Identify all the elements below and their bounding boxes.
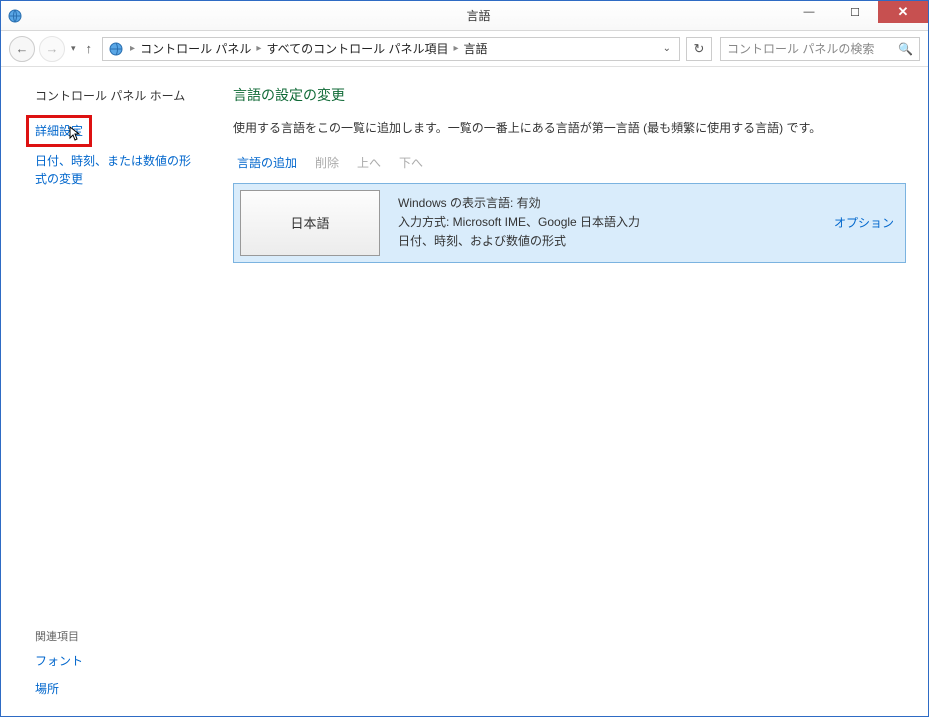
toolbar-add[interactable]: 言語の追加 bbox=[237, 154, 297, 171]
toolbar-up: 上へ bbox=[357, 154, 381, 171]
sidebar-link-advanced[interactable]: 詳細設定 bbox=[31, 120, 87, 142]
close-button[interactable]: ✕ bbox=[878, 1, 928, 23]
search-icon: 🔍 bbox=[898, 42, 913, 56]
sidebar-home-link[interactable]: コントロール パネル ホーム bbox=[35, 87, 199, 104]
window-icon bbox=[1, 8, 29, 24]
sidebar-link-dateformat[interactable]: 日付、時刻、または数値の形式の変更 bbox=[35, 152, 199, 188]
language-options-link[interactable]: オプション bbox=[834, 214, 894, 231]
related-link-location[interactable]: 場所 bbox=[35, 680, 199, 698]
nav-up-button[interactable]: ↑ bbox=[86, 41, 93, 56]
breadcrumb-dropdown[interactable]: ⌄ bbox=[663, 43, 671, 54]
language-row[interactable]: 日本語 Windows の表示言語: 有効 入力方式: Microsoft IM… bbox=[233, 183, 906, 263]
breadcrumb-item[interactable]: 言語 bbox=[463, 40, 487, 57]
window-controls: — ☐ ✕ bbox=[786, 1, 928, 23]
lang-input-line: 入力方式: Microsoft IME、Google 日本語入力 bbox=[398, 213, 811, 232]
chevron-right-icon: ▸ bbox=[453, 43, 458, 54]
toolbar: 言語の追加 削除 上へ 下へ bbox=[233, 154, 906, 171]
language-name: 日本語 bbox=[240, 190, 380, 256]
maximize-button[interactable]: ☐ bbox=[832, 1, 878, 23]
lang-format-line: 日付、時刻、および数値の形式 bbox=[398, 232, 811, 251]
toolbar-down: 下へ bbox=[399, 154, 423, 171]
breadcrumb-icon bbox=[107, 40, 125, 58]
page-title: 言語の設定の変更 bbox=[233, 85, 906, 105]
chevron-right-icon: ▸ bbox=[130, 43, 135, 54]
page-description: 使用する言語をこの一覧に追加します。一覧の一番上にある言語が第一言語 (最も頻繁… bbox=[233, 119, 906, 136]
minimize-button[interactable]: — bbox=[786, 1, 832, 23]
related-link-font[interactable]: フォント bbox=[35, 652, 199, 670]
sidebar: コントロール パネル ホーム 詳細設定 日付、時刻、または数値の形式の変更 関連… bbox=[1, 67, 211, 716]
titlebar: 言語 — ☐ ✕ bbox=[1, 1, 928, 31]
chevron-right-icon: ▸ bbox=[256, 43, 261, 54]
nav-forward-button[interactable]: → bbox=[39, 36, 65, 62]
breadcrumb-item[interactable]: コントロール パネル bbox=[140, 40, 251, 57]
refresh-button[interactable]: ↻ bbox=[686, 37, 712, 61]
nav-history-dropdown[interactable]: ▾ bbox=[71, 43, 76, 54]
language-options: オプション bbox=[823, 184, 905, 262]
main-panel: 言語の設定の変更 使用する言語をこの一覧に追加します。一覧の一番上にある言語が第… bbox=[211, 67, 928, 716]
lang-display-line: Windows の表示言語: 有効 bbox=[398, 194, 811, 213]
nav-back-button[interactable]: ← bbox=[9, 36, 35, 62]
search-input[interactable]: コントロール パネルの検索 🔍 bbox=[720, 37, 920, 61]
breadcrumb[interactable]: ▸ コントロール パネル ▸ すべてのコントロール パネル項目 ▸ 言語 ⌄ bbox=[102, 37, 680, 61]
content: コントロール パネル ホーム 詳細設定 日付、時刻、または数値の形式の変更 関連… bbox=[1, 67, 928, 716]
toolbar-remove: 削除 bbox=[315, 154, 339, 171]
language-details: Windows の表示言語: 有効 入力方式: Microsoft IME、Go… bbox=[386, 184, 823, 262]
search-placeholder: コントロール パネルの検索 bbox=[727, 40, 898, 57]
cursor-icon bbox=[69, 126, 83, 148]
breadcrumb-item[interactable]: すべてのコントロール パネル項目 bbox=[266, 40, 448, 57]
related-title: 関連項目 bbox=[35, 628, 199, 644]
navbar: ← → ▾ ↑ ▸ コントロール パネル ▸ すべてのコントロール パネル項目 … bbox=[1, 31, 928, 67]
